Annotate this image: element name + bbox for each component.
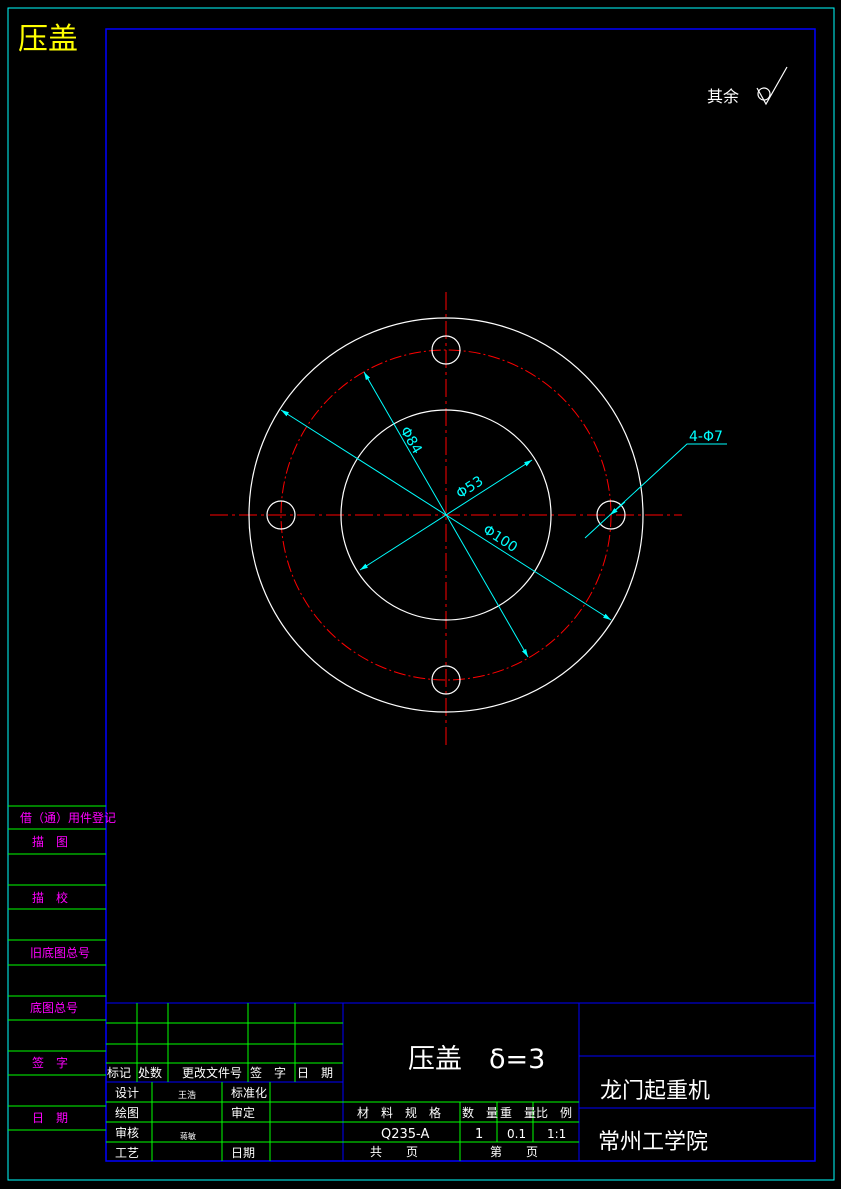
part-title: 压盖 δ=3 — [408, 1044, 545, 1075]
left-label-6: 日 期 — [32, 1111, 68, 1125]
left-label-5: 签 字 — [32, 1055, 68, 1070]
label-design: 设计 — [115, 1086, 139, 1100]
rev-header-doc: 更改文件号 — [182, 1065, 242, 1080]
dim-text-d53: Φ53 — [453, 473, 486, 502]
left-label-0: 借（通）用件登记 — [20, 810, 116, 825]
scale-header: 比 例 — [536, 1106, 572, 1120]
qty-header: 数 量 — [462, 1105, 498, 1120]
label-review: 审定 — [231, 1105, 255, 1120]
rev-header-sign: 签 字 — [250, 1065, 286, 1080]
left-label-4: 底图总号 — [30, 1000, 78, 1015]
total-pages: 共 页 — [370, 1145, 418, 1159]
leader-holes — [584, 443, 727, 539]
school-name: 常州工学院 — [598, 1130, 708, 1155]
label-drawing: 绘图 — [115, 1105, 139, 1120]
material-value: Q235-A — [381, 1127, 429, 1142]
left-register-column: 借（通）用件登记 描 图 描 校 旧底图总号 底图总号 签 字 日 期 — [8, 805, 116, 1131]
rev-header-mark: 标记 — [107, 1066, 131, 1080]
dim-text-d84: Φ84 — [397, 424, 425, 457]
left-label-3: 旧底图总号 — [30, 945, 90, 960]
weight-value: 0.1 — [507, 1127, 526, 1141]
flange-cover-view — [210, 292, 682, 745]
title-block: 标记 处数 更改文件号 签 字 日 期 设计 王浩 标准化 绘图 审定 审核 蒋… — [106, 1002, 815, 1161]
dim-text-d100: Φ100 — [480, 522, 520, 556]
project-name: 龙门起重机 — [600, 1079, 710, 1104]
label-check: 审核 — [115, 1125, 139, 1140]
roughness-note: 其余 — [707, 87, 739, 106]
sheet-outer-border — [7, 7, 835, 1181]
designer-name: 王浩 — [178, 1089, 196, 1101]
scale-value: 1:1 — [547, 1127, 566, 1141]
label-date: 日期 — [231, 1146, 255, 1160]
dim-text-holes: 4-Φ7 — [689, 429, 723, 445]
weight-header: 重 量 — [500, 1106, 536, 1120]
rev-header-date: 日 期 — [297, 1066, 333, 1080]
roughness-symbol-icon — [756, 66, 788, 106]
material-header: 材 料 规 格 — [357, 1105, 441, 1120]
corner-title: 压盖 — [18, 22, 78, 57]
label-process: 工艺 — [115, 1146, 139, 1160]
page-number: 第 页 — [490, 1145, 538, 1159]
left-label-1: 描 图 — [32, 835, 68, 849]
rev-header-count: 处数 — [138, 1065, 162, 1080]
qty-value: 1 — [475, 1127, 483, 1142]
drawing-frame — [105, 28, 816, 1162]
drawing-sheet: 压盖 其余 借（通）用件登记 描 图 描 校 旧底图总号 底图总号 签 字 日 … — [7, 7, 835, 1181]
left-label-2: 描 校 — [32, 890, 68, 905]
label-standard: 标准化 — [231, 1086, 267, 1100]
checker-name: 蒋敏 — [180, 1131, 196, 1141]
